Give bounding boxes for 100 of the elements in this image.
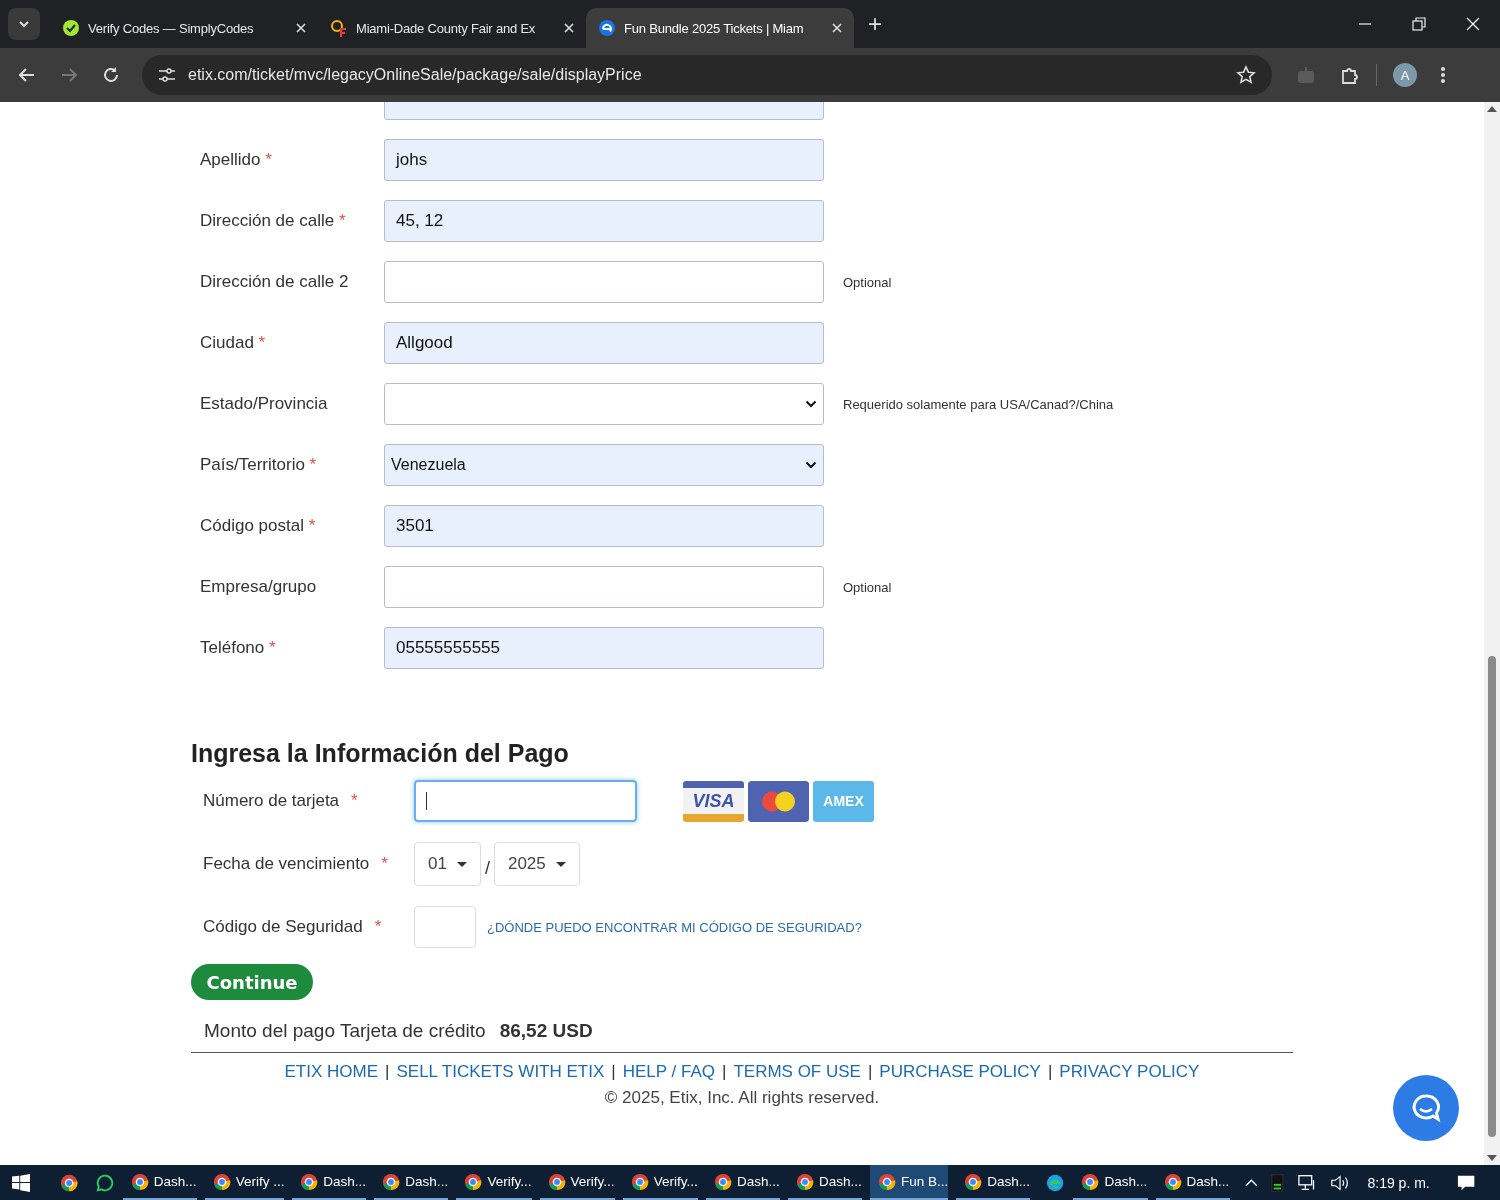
taskbar-window-button[interactable]: Dash... — [1155, 1165, 1230, 1200]
tab-list-button[interactable] — [8, 8, 40, 40]
select-field[interactable]: Venezuela — [384, 444, 824, 486]
chrome-icon[interactable] — [60, 1172, 79, 1193]
link-separator: | — [385, 1062, 390, 1082]
year-dropdown[interactable]: 2025 — [493, 842, 580, 886]
text-field[interactable] — [384, 566, 824, 608]
continue-button[interactable]: Continue — [191, 964, 313, 1000]
chrome-icon — [212, 1172, 231, 1191]
taskbar-window-button[interactable]: Dash... — [122, 1165, 197, 1200]
site-settings-icon[interactable] — [158, 67, 176, 83]
footer-link[interactable]: PURCHASE POLICY — [879, 1062, 1041, 1082]
chat-bubble-icon — [1410, 1093, 1442, 1123]
link-separator: | — [867, 1062, 873, 1082]
chrome-icon — [713, 1172, 732, 1191]
forward-icon[interactable] — [60, 66, 78, 84]
taskbar-window-button[interactable]: Verify... — [622, 1165, 698, 1200]
footer-link[interactable]: TERMS OF USE — [733, 1062, 861, 1082]
close-icon[interactable] — [832, 23, 842, 33]
close-icon[interactable] — [1466, 17, 1480, 31]
footer-link[interactable]: HELP / FAQ — [622, 1062, 715, 1082]
footer-link[interactable]: ETIX HOME — [284, 1062, 379, 1082]
field-label: Código postal * — [200, 516, 317, 536]
footer-link[interactable]: PRIVACY POLICY — [1059, 1062, 1200, 1082]
text-field[interactable]: Allgood — [384, 322, 824, 364]
chrome-icon — [300, 1172, 319, 1191]
text-field[interactable]: 45, 12 — [384, 200, 824, 242]
taskbar-window-button[interactable]: Verify... — [456, 1165, 532, 1200]
amount-value: 86,52 USD — [499, 1020, 593, 1042]
field-label: Código de Seguridad * — [203, 917, 383, 937]
footer-link[interactable]: SELL TICKETS WITH ETIX — [396, 1062, 605, 1082]
chevron-down-icon — [18, 20, 30, 28]
link-separator: | — [611, 1062, 616, 1082]
notification-icon[interactable] — [1456, 1173, 1475, 1192]
section-heading: Ingresa la Información del Pago — [191, 739, 570, 768]
reload-icon[interactable] — [102, 66, 120, 84]
field-label: Teléfono * — [200, 638, 277, 658]
field-hint: Requerido solamente para USA/Canad?/China — [843, 396, 1114, 412]
amex-card-logo: AMEX — [813, 780, 874, 822]
text-field[interactable] — [384, 261, 824, 303]
chevron-down-icon — [805, 461, 817, 469]
extensions-icon[interactable] — [1340, 65, 1360, 85]
field-label: Apellido * — [200, 150, 273, 170]
link-separator: | — [1047, 1062, 1053, 1082]
taskbar-window-button[interactable]: Dash... — [292, 1165, 367, 1200]
close-icon[interactable] — [296, 23, 306, 33]
security-code-field[interactable] — [414, 906, 476, 948]
edge-icon[interactable] — [1046, 1172, 1065, 1193]
amount-label: Monto del pago Tarjeta de crédito — [204, 1020, 486, 1042]
bookmark-star-icon[interactable] — [1236, 65, 1256, 85]
check-badge-icon — [62, 19, 80, 37]
taskbar-window-button[interactable]: Dash... — [956, 1165, 1031, 1200]
tab-title: Fun Bundle 2025 Tickets | Miam — [624, 20, 805, 36]
field-hint: Optional — [843, 579, 892, 595]
restore-icon[interactable] — [1412, 17, 1426, 31]
taskbar-window-button[interactable]: Verify ... — [204, 1165, 285, 1200]
taskbar-window-button[interactable]: Dash... — [787, 1165, 862, 1200]
windows-start-icon[interactable] — [12, 1172, 31, 1193]
field-label: Empresa/grupo — [200, 577, 318, 597]
new-tab-button[interactable]: + — [868, 10, 882, 38]
field-label: Número de tarjeta * — [203, 791, 359, 811]
clock-text[interactable]: 8:19 p. m. — [1367, 1174, 1430, 1191]
scrollbar[interactable] — [1484, 102, 1500, 1165]
back-icon[interactable] — [18, 66, 36, 84]
close-icon[interactable] — [564, 23, 574, 33]
chrome-icon — [630, 1172, 649, 1191]
network-icon[interactable] — [1298, 1173, 1317, 1192]
browser-tab[interactable]: Miami-Dade County Fair and Ex — [318, 8, 586, 48]
taskbar-window-button[interactable]: Dash... — [1073, 1165, 1148, 1200]
chrome-icon — [130, 1172, 149, 1191]
tab-title: Miami-Dade County Fair and Ex — [356, 20, 537, 36]
chrome-icon — [878, 1172, 896, 1191]
taskbar-window-button[interactable]: Verify... — [539, 1165, 615, 1200]
taskbar-window-button[interactable]: Dash... — [705, 1165, 780, 1200]
text-field[interactable]: 05555555555 — [384, 627, 824, 669]
chevron-down-icon — [805, 400, 817, 408]
chrome-icon — [382, 1172, 401, 1191]
address-bar[interactable]: etix.com/ticket/mvc/legacyOnlineSale/package/sale/displayPrice — [142, 55, 1272, 95]
text-field[interactable]: johs — [384, 139, 824, 181]
menu-icon[interactable] — [1441, 66, 1445, 84]
field-hint: Optional — [843, 274, 892, 290]
help-link[interactable]: ¿DÓNDE PUEDO ENCONTRAR MI CÓDIGO DE SEGURIDAD? — [487, 919, 862, 935]
field-label: Dirección de calle 2 — [200, 272, 350, 292]
chevron-up-icon[interactable] — [1244, 1177, 1258, 1188]
browser-tab[interactable]: Verify Codes — SimplyCodes — [50, 8, 318, 48]
chrome-icon — [1081, 1172, 1100, 1191]
taskbar-window-button[interactable]: Fun B... — [870, 1165, 949, 1200]
taskbar-window-button[interactable]: Dash... — [374, 1165, 449, 1200]
battery-icon[interactable] — [1271, 1172, 1285, 1193]
chrome-icon — [1163, 1172, 1182, 1191]
browser-tab[interactable]: Fun Bundle 2025 Tickets | Miam — [586, 8, 854, 48]
select-field[interactable] — [384, 383, 824, 425]
chrome-icon — [464, 1172, 483, 1191]
month-dropdown[interactable]: 01 — [414, 842, 481, 886]
field-label: País/Territorio * — [200, 455, 318, 475]
date-separator: / — [484, 857, 490, 879]
text-field[interactable]: 3501 — [384, 505, 824, 547]
card-number-field[interactable] — [414, 780, 637, 822]
volume-icon[interactable] — [1330, 1173, 1351, 1192]
whatsapp-icon[interactable] — [95, 1172, 114, 1193]
